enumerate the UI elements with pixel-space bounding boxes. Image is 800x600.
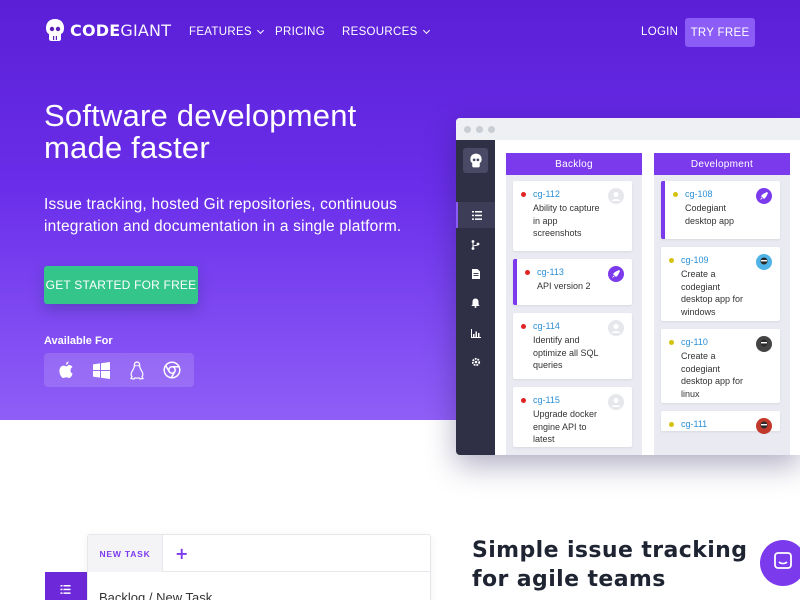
nav-resources-label: RESOURCES bbox=[342, 26, 418, 38]
task-id[interactable]: cg-113 bbox=[537, 267, 564, 277]
column-title[interactable]: Development bbox=[654, 153, 790, 175]
task-id[interactable]: cg-115 bbox=[533, 395, 560, 405]
linux-icon[interactable] bbox=[127, 360, 147, 380]
new-task-panel: NEW TASK + Backlog / New Task bbox=[87, 534, 431, 600]
board-column: Development cg-108 Codegiant desktop app cg… bbox=[654, 153, 790, 455]
status-dot bbox=[669, 258, 674, 263]
codegiant-logo[interactable]: CODEGIANT bbox=[44, 18, 171, 42]
logo-wordmark: CODEGIANT bbox=[70, 21, 171, 40]
apple-icon[interactable] bbox=[56, 360, 76, 380]
windows-icon[interactable] bbox=[91, 360, 111, 380]
tab-new-task[interactable]: NEW TASK bbox=[88, 535, 163, 572]
task-card[interactable]: cg-114 Identify and optimize all SQL quer… bbox=[513, 313, 632, 379]
chat-icon bbox=[773, 551, 793, 575]
rocket-icon bbox=[756, 188, 772, 204]
nav-pricing[interactable]: PRICING bbox=[275, 26, 325, 38]
avatar-placeholder-icon bbox=[608, 320, 624, 336]
hero-headline: Software development made faster bbox=[44, 98, 357, 165]
git-branch-icon[interactable] bbox=[456, 232, 495, 258]
window-dot bbox=[476, 126, 483, 133]
task-card[interactable]: cg-109 Create a codegiant desktop app for… bbox=[661, 247, 780, 321]
platform-list bbox=[44, 353, 194, 387]
avatar-placeholder-icon bbox=[608, 188, 624, 204]
app-sidebar bbox=[456, 140, 495, 455]
logo-code: CODE bbox=[70, 20, 121, 40]
kanban-board: Backlog cg-112 Ability to capture in app s… bbox=[495, 140, 800, 455]
nav-pricing-label: PRICING bbox=[275, 26, 326, 38]
task-title: Create a codegiant desktop app for windo… bbox=[681, 269, 744, 317]
status-dot bbox=[521, 192, 526, 197]
available-for-label: Available For bbox=[44, 335, 113, 347]
status-dot bbox=[521, 398, 526, 403]
status-dot bbox=[525, 270, 530, 275]
task-id[interactable]: cg-108 bbox=[685, 189, 713, 199]
task-card[interactable]: cg-108 Codegiant desktop app bbox=[661, 181, 780, 239]
status-dot bbox=[669, 340, 674, 345]
avatar-placeholder-icon bbox=[608, 394, 624, 410]
task-title: Identify and optimize all SQL queries bbox=[533, 335, 599, 370]
skull-logo-icon bbox=[44, 18, 66, 42]
chat-button[interactable] bbox=[760, 540, 800, 586]
task-card[interactable]: cg-110 Create a codegiant desktop app for… bbox=[661, 329, 780, 403]
nav-features-label: FEATURES bbox=[189, 26, 252, 38]
list-icon[interactable] bbox=[456, 202, 495, 228]
window-dot bbox=[488, 126, 495, 133]
avatar bbox=[756, 418, 772, 434]
task-title: Upgrade docker engine API to latest bbox=[533, 409, 598, 444]
task-id[interactable]: cg-114 bbox=[533, 321, 560, 331]
top-nav: CODEGIANT FEATURES PRICING RESOURCES LOG… bbox=[0, 0, 800, 66]
chevron-down-icon bbox=[256, 26, 264, 35]
task-id[interactable]: cg-112 bbox=[533, 189, 560, 199]
login-link[interactable]: LOGIN bbox=[641, 26, 678, 38]
task-id[interactable]: cg-111 bbox=[681, 419, 707, 429]
login-label: LOGIN bbox=[641, 26, 679, 38]
chevron-down-icon bbox=[422, 26, 430, 35]
task-id[interactable]: cg-110 bbox=[681, 337, 708, 347]
task-title: Codegiant desktop app bbox=[685, 203, 735, 226]
task-title: Create a codegiant desktop app for linux bbox=[681, 351, 744, 399]
task-title: Ability to capture in app screenshots bbox=[533, 203, 600, 238]
task-title: API version 2 bbox=[537, 281, 591, 291]
task-card[interactable]: cg-115 Upgrade docker engine API to lates… bbox=[513, 387, 632, 447]
status-dot bbox=[521, 324, 526, 329]
try-free-button[interactable]: TRY FREE bbox=[685, 18, 755, 47]
status-dot bbox=[669, 422, 674, 427]
window-titlebar bbox=[456, 118, 800, 140]
avatar bbox=[756, 336, 772, 352]
get-started-label: GET STARTED FOR FREE bbox=[45, 278, 197, 292]
try-free-label: TRY FREE bbox=[690, 26, 750, 39]
task-id[interactable]: cg-109 bbox=[681, 255, 709, 265]
gear-icon[interactable] bbox=[456, 349, 495, 375]
tab-new-task-label: NEW TASK bbox=[99, 548, 151, 559]
chrome-icon[interactable] bbox=[162, 360, 182, 380]
add-tab-button[interactable]: + bbox=[175, 544, 188, 563]
task-card[interactable]: cg-111 bbox=[661, 411, 780, 434]
task-tabs: NEW TASK + bbox=[88, 535, 430, 572]
nav-features[interactable]: FEATURES bbox=[189, 26, 264, 38]
logo-giant: GIANT bbox=[120, 20, 172, 40]
board-column: Backlog cg-112 Ability to capture in app s… bbox=[506, 153, 642, 455]
nav-resources[interactable]: RESOURCES bbox=[342, 26, 430, 38]
list-icon[interactable] bbox=[60, 579, 71, 598]
task-card[interactable]: cg-113 API version 2 bbox=[513, 259, 632, 305]
status-dot bbox=[673, 192, 678, 197]
window-dot bbox=[464, 126, 471, 133]
chart-icon[interactable] bbox=[456, 320, 495, 346]
document-icon[interactable] bbox=[456, 261, 495, 287]
get-started-button[interactable]: GET STARTED FOR FREE bbox=[44, 266, 198, 304]
task-sidebar bbox=[45, 572, 87, 600]
bell-icon[interactable] bbox=[456, 290, 495, 316]
column-title[interactable]: Backlog bbox=[506, 153, 642, 175]
hero-subline: Issue tracking, hosted Git repositories,… bbox=[44, 196, 402, 235]
breadcrumb: Backlog / New Task bbox=[99, 590, 213, 600]
avatar bbox=[756, 254, 772, 270]
skull-logo-icon bbox=[463, 148, 488, 173]
app-preview-window: Backlog cg-112 Ability to capture in app s… bbox=[456, 118, 800, 455]
task-card[interactable]: cg-112 Ability to capture in app screensh… bbox=[513, 181, 632, 251]
section-title: Simple issue tracking for agile teams bbox=[472, 538, 748, 592]
rocket-icon bbox=[608, 266, 624, 282]
